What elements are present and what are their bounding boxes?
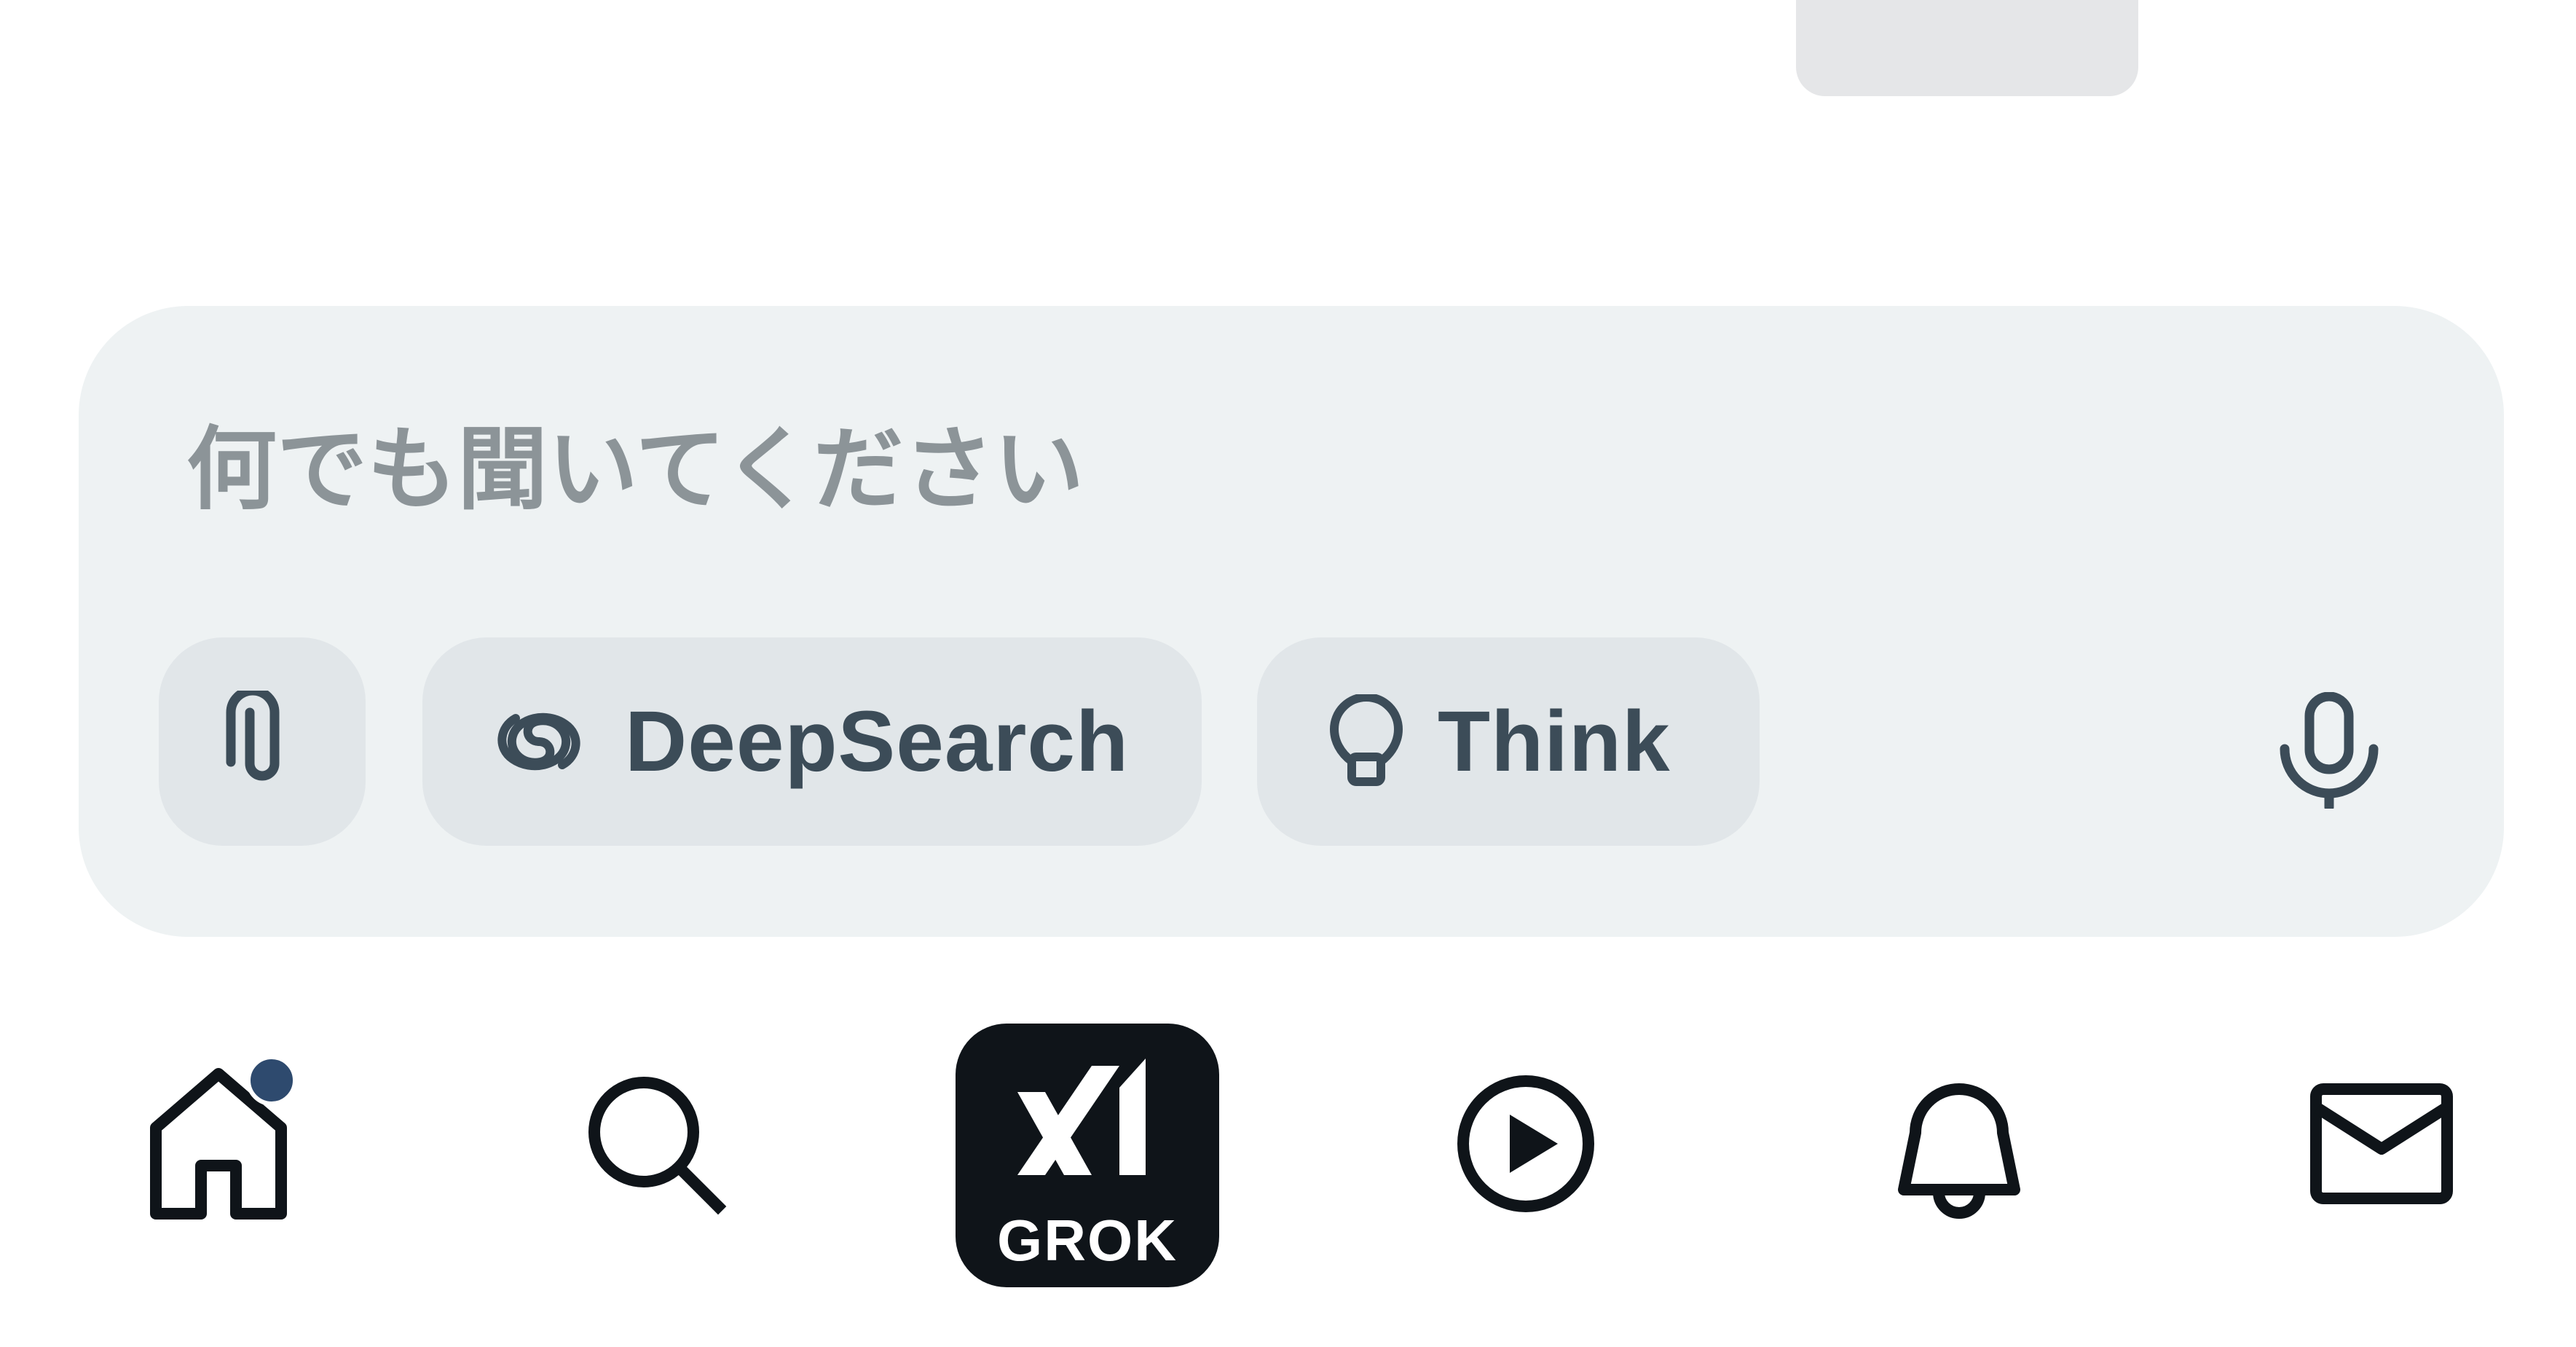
nav-search[interactable] xyxy=(568,1049,743,1238)
play-icon xyxy=(1453,1071,1599,1217)
bell-icon xyxy=(1894,1067,2025,1220)
prompt-input[interactable] xyxy=(186,408,2299,532)
lightbulb-icon xyxy=(1329,693,1403,789)
bottom-navigation: GROK xyxy=(0,1005,2576,1297)
nav-messages[interactable] xyxy=(2294,1049,2469,1238)
grok-label: GROK xyxy=(997,1208,1178,1273)
swirl-icon xyxy=(488,702,590,782)
mail-icon xyxy=(2309,1082,2454,1206)
grok-composer: DeepSearch Think xyxy=(79,306,2504,937)
previous-message-bubble xyxy=(1796,0,2138,96)
nav-notifications[interactable] xyxy=(1872,1049,2047,1238)
home-notification-badge xyxy=(246,1055,297,1106)
grok-logo-icon xyxy=(1010,1051,1165,1208)
attach-button[interactable] xyxy=(159,637,366,846)
paperclip-icon xyxy=(222,686,302,793)
microphone-button[interactable] xyxy=(2264,685,2395,816)
search-icon xyxy=(583,1071,728,1217)
deepsearch-label: DeepSearch xyxy=(625,694,1130,790)
nav-grok[interactable]: GROK xyxy=(956,1024,1219,1287)
deepsearch-button[interactable]: DeepSearch xyxy=(422,637,1202,846)
think-label: Think xyxy=(1438,694,1671,790)
microphone-icon xyxy=(2274,691,2384,812)
nav-video[interactable] xyxy=(1438,1049,1613,1238)
think-button[interactable]: Think xyxy=(1257,637,1760,846)
